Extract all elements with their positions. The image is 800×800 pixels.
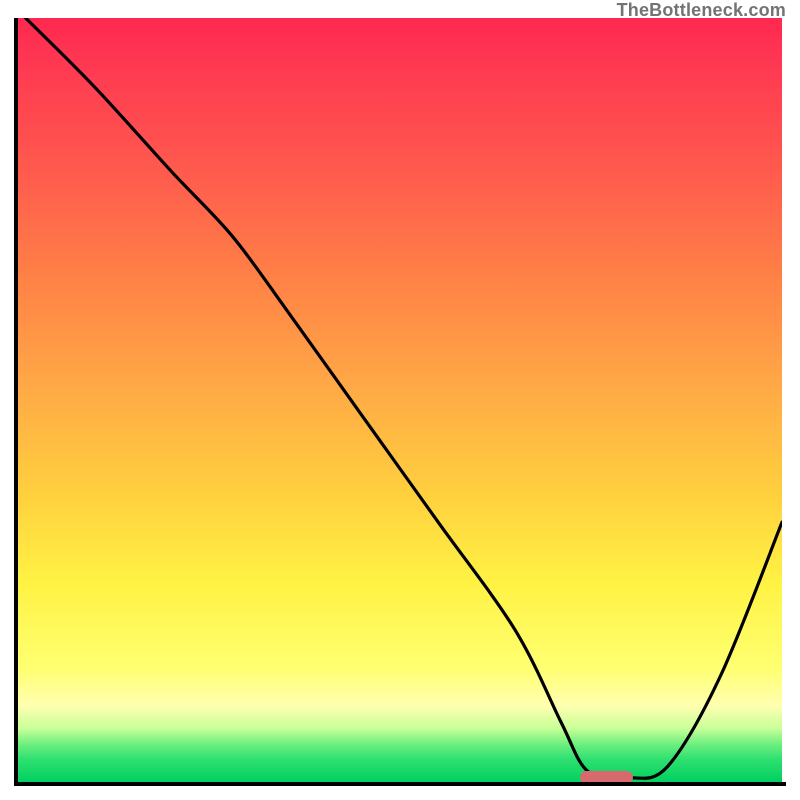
y-axis: [14, 18, 18, 786]
watermark-text: TheBottleneck.com: [617, 0, 786, 21]
plot-area: [18, 18, 782, 782]
x-axis: [14, 782, 786, 786]
bottleneck-curve: [26, 18, 782, 780]
curve-layer: [18, 18, 782, 782]
optimal-range-marker: [580, 771, 633, 782]
bottleneck-chart: TheBottleneck.com: [0, 0, 800, 800]
